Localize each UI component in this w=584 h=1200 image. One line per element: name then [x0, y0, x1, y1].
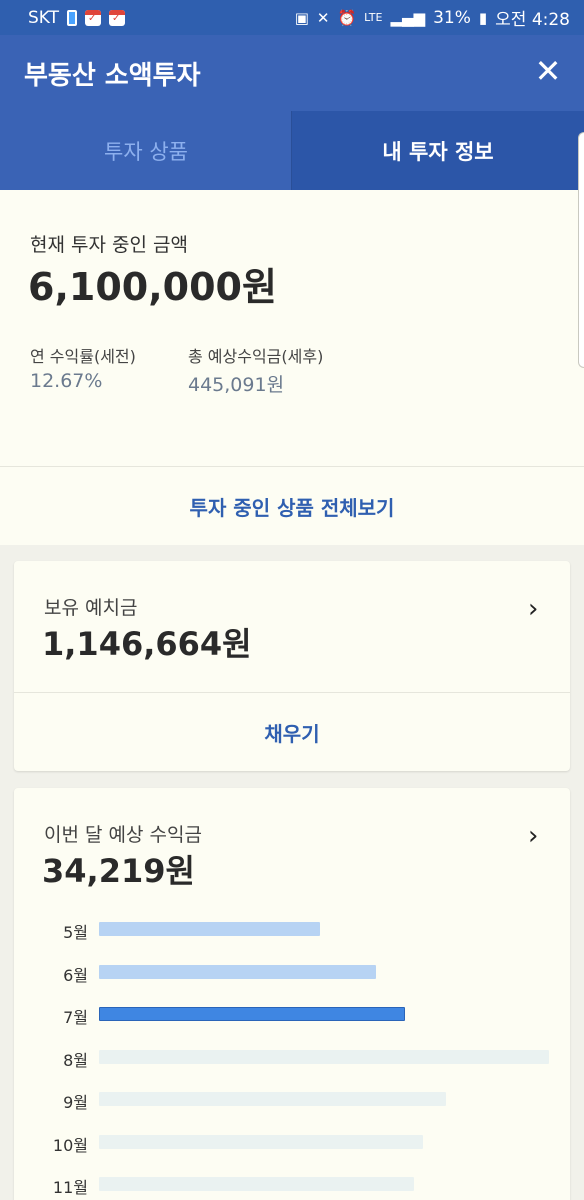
tab-investment-products[interactable]: 투자 상품: [0, 111, 292, 190]
bar: [99, 1007, 405, 1021]
bar-label: 5월: [63, 923, 88, 942]
chart-row: 9월: [14, 1084, 570, 1114]
battery-saver-icon: ▣: [294, 8, 309, 27]
deposit-label: 보유 예치금: [44, 597, 138, 619]
deposit-card[interactable]: 보유 예치금 1,146,664원 › 채우기: [14, 561, 570, 771]
scroll-handle[interactable]: [578, 132, 584, 368]
annual-rate-value: 12.67%: [30, 370, 103, 392]
mute-icon: ✕: [316, 8, 330, 27]
bar-track: [99, 1092, 549, 1106]
bar-label: 7월: [63, 1008, 88, 1027]
bar: [99, 964, 376, 979]
clock: 오전 4:28: [495, 10, 570, 30]
page-title: 부동산 소액투자: [24, 61, 201, 91]
chart-row: 10월: [14, 1127, 570, 1157]
calendar-icon: [85, 9, 102, 26]
tab-bar: 투자 상품 내 투자 정보: [0, 111, 584, 190]
annual-rate-label: 연 수익률(세전): [30, 347, 136, 366]
deposit-amount: 1,146,664원: [42, 625, 252, 663]
chart-row: 6월: [14, 957, 570, 987]
close-icon[interactable]: ✕: [532, 55, 564, 87]
carrier-label: SKT: [28, 7, 60, 28]
chart-row: 11월: [14, 1169, 570, 1199]
battery-percent: 31%: [433, 7, 471, 28]
bar-track: [99, 1007, 549, 1021]
fill-deposit-button[interactable]: 채우기: [14, 693, 570, 771]
tab-divider: [291, 111, 292, 190]
current-amount-value: 6,100,000원: [28, 265, 277, 309]
signal-icon: ▂▄▆: [390, 8, 426, 27]
phone-icon: [67, 9, 78, 26]
chart-row: 5월: [14, 914, 570, 944]
bar-track: [99, 1134, 549, 1149]
bar-track: [99, 964, 549, 979]
chevron-right-icon[interactable]: ›: [528, 823, 548, 849]
app-header: 부동산 소액투자 ✕ 투자 상품 내 투자 정보: [0, 35, 584, 190]
bar: [99, 1134, 423, 1149]
bar-label: 8월: [63, 1050, 88, 1070]
alarm-icon: ⏰: [337, 8, 357, 27]
bar-track: [99, 1177, 549, 1191]
status-bar: SKT ▣ ✕ ⏰ LTE ▂▄▆ 31% ▮ 오전 4:28: [0, 0, 584, 35]
chart-row: 7월: [14, 999, 570, 1029]
monthly-earnings-card[interactable]: 이번 달 예상 수익금 34,219원 › 5월 6월 7월 8월 9월 10월 11월: [14, 788, 570, 1200]
chart-row: 8월: [14, 1042, 570, 1072]
monthly-earnings-label: 이번 달 예상 수익금: [44, 824, 202, 846]
view-all-investments-button[interactable]: 투자 중인 상품 전체보기: [0, 466, 584, 545]
lte-label: LTE: [364, 11, 383, 24]
monthly-earnings-amount: 34,219원: [42, 852, 195, 890]
bar-track: [99, 1049, 549, 1064]
total-expected-value: 445,091원: [188, 374, 285, 396]
bar-label: 6월: [63, 965, 88, 985]
battery-icon: ▮: [478, 8, 488, 27]
bar: [99, 1177, 414, 1191]
bar-label: 11월: [52, 1178, 88, 1197]
calendar-icon: [109, 9, 126, 26]
bar: [99, 1049, 549, 1064]
investment-summary: 현재 투자 중인 금액 6,100,000원 연 수익률(세전) 12.67% …: [0, 190, 584, 466]
bar: [99, 1092, 446, 1106]
bar-label: 9월: [63, 1093, 88, 1112]
chevron-right-icon[interactable]: ›: [528, 596, 548, 622]
bar-track: [99, 922, 549, 936]
current-amount-label: 현재 투자 중인 금액: [30, 234, 188, 256]
tab-my-investment-info[interactable]: 내 투자 정보: [292, 111, 584, 190]
bar: [99, 922, 320, 936]
total-expected-label: 총 예상수익금(세후): [188, 347, 324, 366]
bar-label: 10월: [52, 1135, 88, 1155]
